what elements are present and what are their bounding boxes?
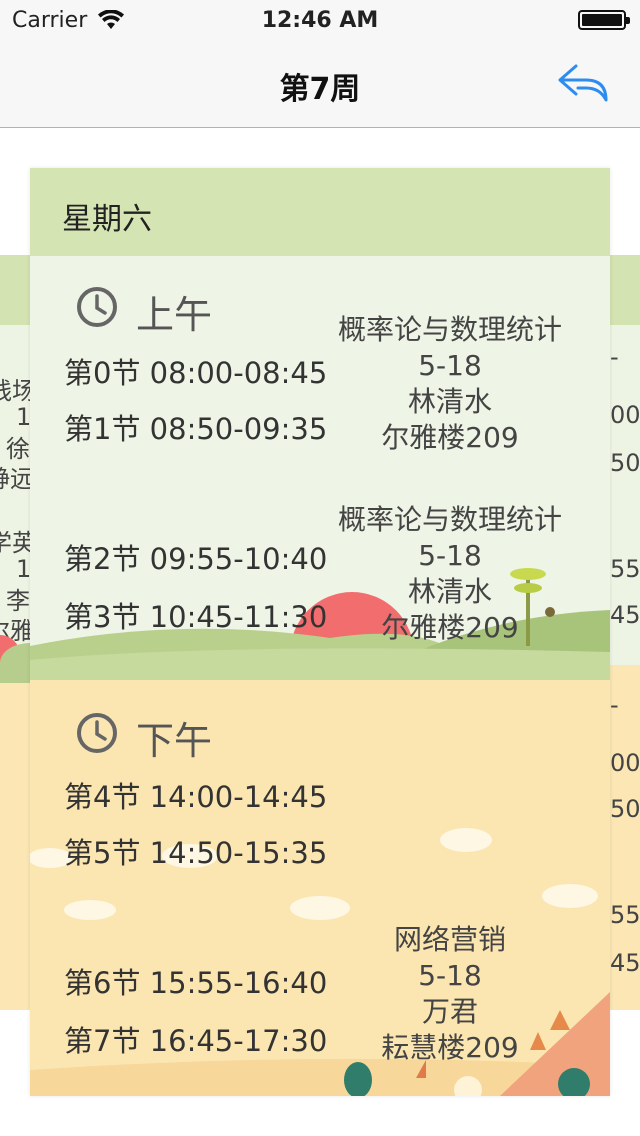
period-name: 第1节 xyxy=(64,412,141,446)
status-bar: Carrier 12:46 AM xyxy=(0,0,640,40)
side-text: 55- xyxy=(610,555,640,583)
period-name: 第3节 xyxy=(64,600,141,634)
morning-section: 上午 第0节 08:00-08:45 第1节 08:50-09:35 第2节 0… xyxy=(30,256,610,680)
period-time: 08:00-08:45 xyxy=(149,356,328,390)
side-text: - xyxy=(610,343,619,371)
course-block[interactable]: 网络营销 5-18 万君 耘慧楼209 xyxy=(320,922,580,1066)
period-row: 第1节 08:50-09:35 xyxy=(64,406,327,448)
previous-day-card[interactable]: 践场 1 徐 静远 学英 1 李 尔雅 xyxy=(0,255,30,1010)
side-text: 静远 xyxy=(0,465,30,493)
side-text: 45- xyxy=(610,949,640,977)
period-row: 第2节 09:55-10:40 xyxy=(64,536,327,578)
course-teacher: 林清水 xyxy=(407,575,492,608)
period-time: 10:45-11:30 xyxy=(149,600,328,634)
clock-icon xyxy=(77,713,117,753)
side-text: 00- xyxy=(610,749,640,777)
course-weeks: 5-18 xyxy=(418,349,482,382)
course-room: 耘慧楼209 xyxy=(381,1031,519,1064)
day-title: 星期六 xyxy=(62,202,152,237)
course-room: 尔雅楼209 xyxy=(381,611,519,644)
side-text: 践场 xyxy=(0,377,30,405)
side-text: - xyxy=(610,691,619,719)
period-name: 第4节 xyxy=(64,780,141,814)
course-name: 概率论与数理统计 xyxy=(337,313,562,346)
course-teacher: 万君 xyxy=(421,995,478,1028)
period-row: 第3节 10:45-11:30 xyxy=(64,594,327,636)
course-room: 尔雅楼209 xyxy=(381,421,519,454)
morning-label: 上午 xyxy=(136,293,213,337)
period-row: 第5节 14:50-15:35 xyxy=(64,830,327,872)
afternoon-label: 下午 xyxy=(136,719,213,763)
period-row: 第6节 15:55-16:40 xyxy=(64,960,327,1002)
side-text: 45- xyxy=(610,601,640,629)
period-name: 第6节 xyxy=(64,966,141,1000)
reply-arrow-icon[interactable] xyxy=(556,60,612,104)
side-text: 50- xyxy=(610,795,640,823)
afternoon-section: 下午 第4节 14:00-14:45 第5节 14:50-15:35 第6节 1… xyxy=(30,680,610,1096)
day-schedule-card[interactable]: 星期六 上午 第0节 08:00-08:45 第1节 08:50-09:35 第… xyxy=(30,168,610,1096)
clock-time: 12:46 AM xyxy=(261,8,379,33)
side-text: 学英 xyxy=(0,529,30,557)
period-time: 15:55-16:40 xyxy=(149,966,328,1000)
course-name: 网络营销 xyxy=(393,923,506,956)
period-name: 第7节 xyxy=(64,1024,141,1058)
course-teacher: 林清水 xyxy=(407,385,492,418)
course-weeks: 5-18 xyxy=(418,959,482,992)
side-text: 00- xyxy=(610,401,640,429)
side-text: 1 xyxy=(16,555,30,583)
period-name: 第0节 xyxy=(64,356,141,390)
period-time: 14:50-15:35 xyxy=(149,836,328,870)
course-weeks: 5-18 xyxy=(418,539,482,572)
period-row: 第0节 08:00-08:45 xyxy=(64,350,327,392)
page-title: 第7周 xyxy=(279,72,361,107)
period-name: 第2节 xyxy=(64,542,141,576)
battery-icon xyxy=(578,10,630,30)
course-name: 概率论与数理统计 xyxy=(337,503,562,536)
navigation-bar: 第7周 xyxy=(0,40,640,128)
period-row: 第7节 16:45-17:30 xyxy=(64,1018,327,1060)
clock-icon xyxy=(77,287,117,327)
period-time: 08:50-09:35 xyxy=(149,412,328,446)
period-time: 16:45-17:30 xyxy=(149,1024,328,1058)
course-block[interactable]: 概率论与数理统计 5-18 林清水 尔雅楼209 xyxy=(320,312,580,456)
period-row: 第4节 14:00-14:45 xyxy=(64,774,327,816)
side-text: 50- xyxy=(610,449,640,477)
side-text: 55- xyxy=(610,901,640,929)
next-day-card[interactable]: - 00- 50- 55- 45- - 00- 50- 55- 45- xyxy=(610,255,640,1010)
day-header: 星期六 xyxy=(30,168,610,256)
period-time: 14:00-14:45 xyxy=(149,780,328,814)
period-name: 第5节 xyxy=(64,836,141,870)
course-block[interactable]: 概率论与数理统计 5-18 林清水 尔雅楼209 xyxy=(320,502,580,646)
side-text: 1 xyxy=(16,403,30,431)
period-time: 09:55-10:40 xyxy=(149,542,328,576)
